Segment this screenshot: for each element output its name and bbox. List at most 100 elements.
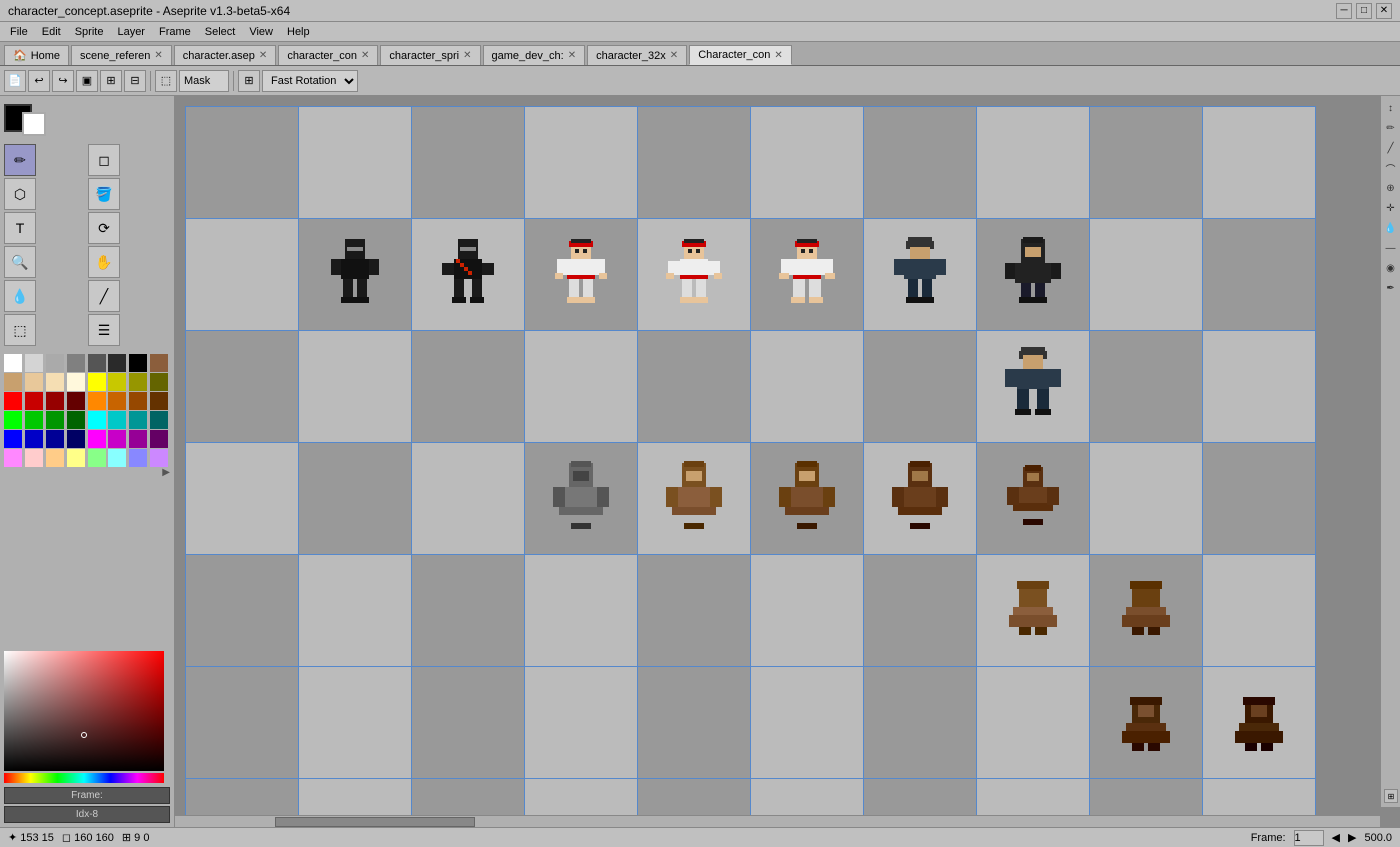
palette-cell[interactable] <box>46 411 64 429</box>
canvas-area[interactable]: ↕ ✏ ╱ ⌒ ⊕ ✛ 💧 — ◉ ✒ ⊞ <box>175 96 1400 827</box>
palette-cell[interactable] <box>88 392 106 410</box>
menu-frame[interactable]: Frame <box>153 24 197 40</box>
palette-cell[interactable] <box>129 449 147 467</box>
grid-btn[interactable]: ⊞ <box>238 70 260 92</box>
palette-cell[interactable] <box>108 411 126 429</box>
tab-character-asep[interactable]: character.asep ✕ <box>174 45 277 65</box>
view-mode-1[interactable]: ▣ <box>76 70 98 92</box>
maximize-button[interactable]: □ <box>1356 3 1372 19</box>
brush-right-icon[interactable]: ◉ <box>1383 260 1399 276</box>
rotation-select[interactable]: Fast Rotation RotSprite <box>262 70 358 92</box>
scrollbar-thumb[interactable] <box>275 817 475 827</box>
tab-character-con[interactable]: character_con ✕ <box>278 45 378 65</box>
palette-cell[interactable] <box>129 392 147 410</box>
palette-cell[interactable] <box>88 411 106 429</box>
palette-cell[interactable] <box>25 392 43 410</box>
palette-cell[interactable] <box>108 449 126 467</box>
tab-scene-referen-close[interactable]: ✕ <box>154 50 162 61</box>
palette-cell[interactable] <box>25 373 43 391</box>
palette-cell[interactable] <box>150 392 168 410</box>
line-tool[interactable]: ╱ <box>88 280 120 312</box>
selection-btn[interactable]: ⬚ <box>155 70 177 92</box>
menu-help[interactable]: Help <box>281 24 316 40</box>
hand-tool[interactable]: ✋ <box>88 246 120 278</box>
view-mode-2[interactable]: ⊞ <box>100 70 122 92</box>
palette-cell[interactable] <box>46 392 64 410</box>
frame-input[interactable] <box>1294 830 1324 846</box>
palette-cell[interactable] <box>46 373 64 391</box>
palette-cell[interactable] <box>129 373 147 391</box>
curve-right-icon[interactable]: ⌒ <box>1383 160 1399 176</box>
palette-cell[interactable] <box>67 373 85 391</box>
tab-character-spri[interactable]: character_spri ✕ <box>380 45 480 65</box>
redo-button[interactable]: ↪ <box>52 70 74 92</box>
text-tool[interactable]: T <box>4 212 36 244</box>
palette-cell[interactable] <box>46 449 64 467</box>
palette-cell[interactable] <box>25 449 43 467</box>
tab-character-32x-close[interactable]: ✕ <box>670 50 678 61</box>
menu-sprite[interactable]: Sprite <box>69 24 110 40</box>
palette-cell[interactable] <box>25 354 43 372</box>
zoom-tool[interactable]: 🔍 <box>4 246 36 278</box>
palette-cell[interactable] <box>67 354 85 372</box>
palette-cell[interactable] <box>88 373 106 391</box>
fill-tool[interactable]: 🪣 <box>88 178 120 210</box>
select-tool[interactable]: ⬡ <box>4 178 36 210</box>
palette-cell[interactable] <box>150 411 168 429</box>
palette-cell[interactable] <box>67 411 85 429</box>
tab-scene-referen[interactable]: scene_referen ✕ <box>71 45 172 65</box>
color-gradient[interactable] <box>4 651 164 771</box>
palette-cell[interactable] <box>150 373 168 391</box>
palette-cell[interactable] <box>150 430 168 448</box>
palette-cell[interactable] <box>88 449 106 467</box>
menu-view[interactable]: View <box>243 24 279 40</box>
palette-cell[interactable] <box>150 354 168 372</box>
palette-cell[interactable] <box>4 392 22 410</box>
palette-cell[interactable] <box>4 354 22 372</box>
grid-view-icon[interactable]: ⊞ <box>1384 789 1398 803</box>
palette-cell[interactable] <box>46 430 64 448</box>
tab-home[interactable]: 🏠 Home <box>4 45 69 65</box>
drop-right-icon[interactable]: 💧 <box>1383 220 1399 236</box>
palette-cell[interactable] <box>108 430 126 448</box>
eraser-tool[interactable]: ◻ <box>88 144 120 176</box>
rotate-tool[interactable]: ⟳ <box>88 212 120 244</box>
line2-right-icon[interactable]: — <box>1383 240 1399 256</box>
palette-cell[interactable] <box>150 449 168 467</box>
tab-character-asep-close[interactable]: ✕ <box>259 50 267 61</box>
tab-character-con2-close[interactable]: ✕ <box>774 50 782 61</box>
palette-cell[interactable] <box>88 354 106 372</box>
palette-cell[interactable] <box>67 430 85 448</box>
menu-edit[interactable]: Edit <box>36 24 67 40</box>
palette-cell[interactable] <box>25 430 43 448</box>
cursor-icon[interactable]: ↕ <box>1383 100 1399 116</box>
close-button[interactable]: ✕ <box>1376 3 1392 19</box>
frame-next-btn[interactable]: ▶ <box>1348 831 1356 844</box>
tab-game-dev-ch-close[interactable]: ✕ <box>568 50 576 61</box>
palette-cell[interactable] <box>67 392 85 410</box>
palette-cell[interactable] <box>129 411 147 429</box>
rect-select-tool[interactable]: ⬚ <box>4 314 36 346</box>
horizontal-scrollbar[interactable] <box>175 815 1380 827</box>
palette-cell[interactable] <box>46 354 64 372</box>
palette-cell[interactable] <box>4 449 22 467</box>
tab-character-32x[interactable]: character_32x ✕ <box>587 45 687 65</box>
palette-cell[interactable] <box>108 392 126 410</box>
palette-cell[interactable] <box>108 373 126 391</box>
zoom-right-icon[interactable]: ⊕ <box>1383 180 1399 196</box>
menu-file[interactable]: File <box>4 24 34 40</box>
tab-character-con-close[interactable]: ✕ <box>361 50 369 61</box>
menu-layer[interactable]: Layer <box>111 24 151 40</box>
palette-cell[interactable] <box>129 354 147 372</box>
tab-character-spri-close[interactable]: ✕ <box>463 50 471 61</box>
palette-expand-btn[interactable]: ▶ <box>4 467 170 478</box>
palette-cell[interactable] <box>88 430 106 448</box>
palette-cell[interactable] <box>4 411 22 429</box>
undo-button[interactable]: ↩ <box>28 70 50 92</box>
new-file-button[interactable]: 📄 <box>4 70 26 92</box>
pen2-right-icon[interactable]: ✒ <box>1383 280 1399 296</box>
palette-cell[interactable] <box>67 449 85 467</box>
palette-cell[interactable] <box>129 430 147 448</box>
tab-game-dev-ch[interactable]: game_dev_ch: ✕ <box>483 45 586 65</box>
hue-bar[interactable] <box>4 773 164 783</box>
